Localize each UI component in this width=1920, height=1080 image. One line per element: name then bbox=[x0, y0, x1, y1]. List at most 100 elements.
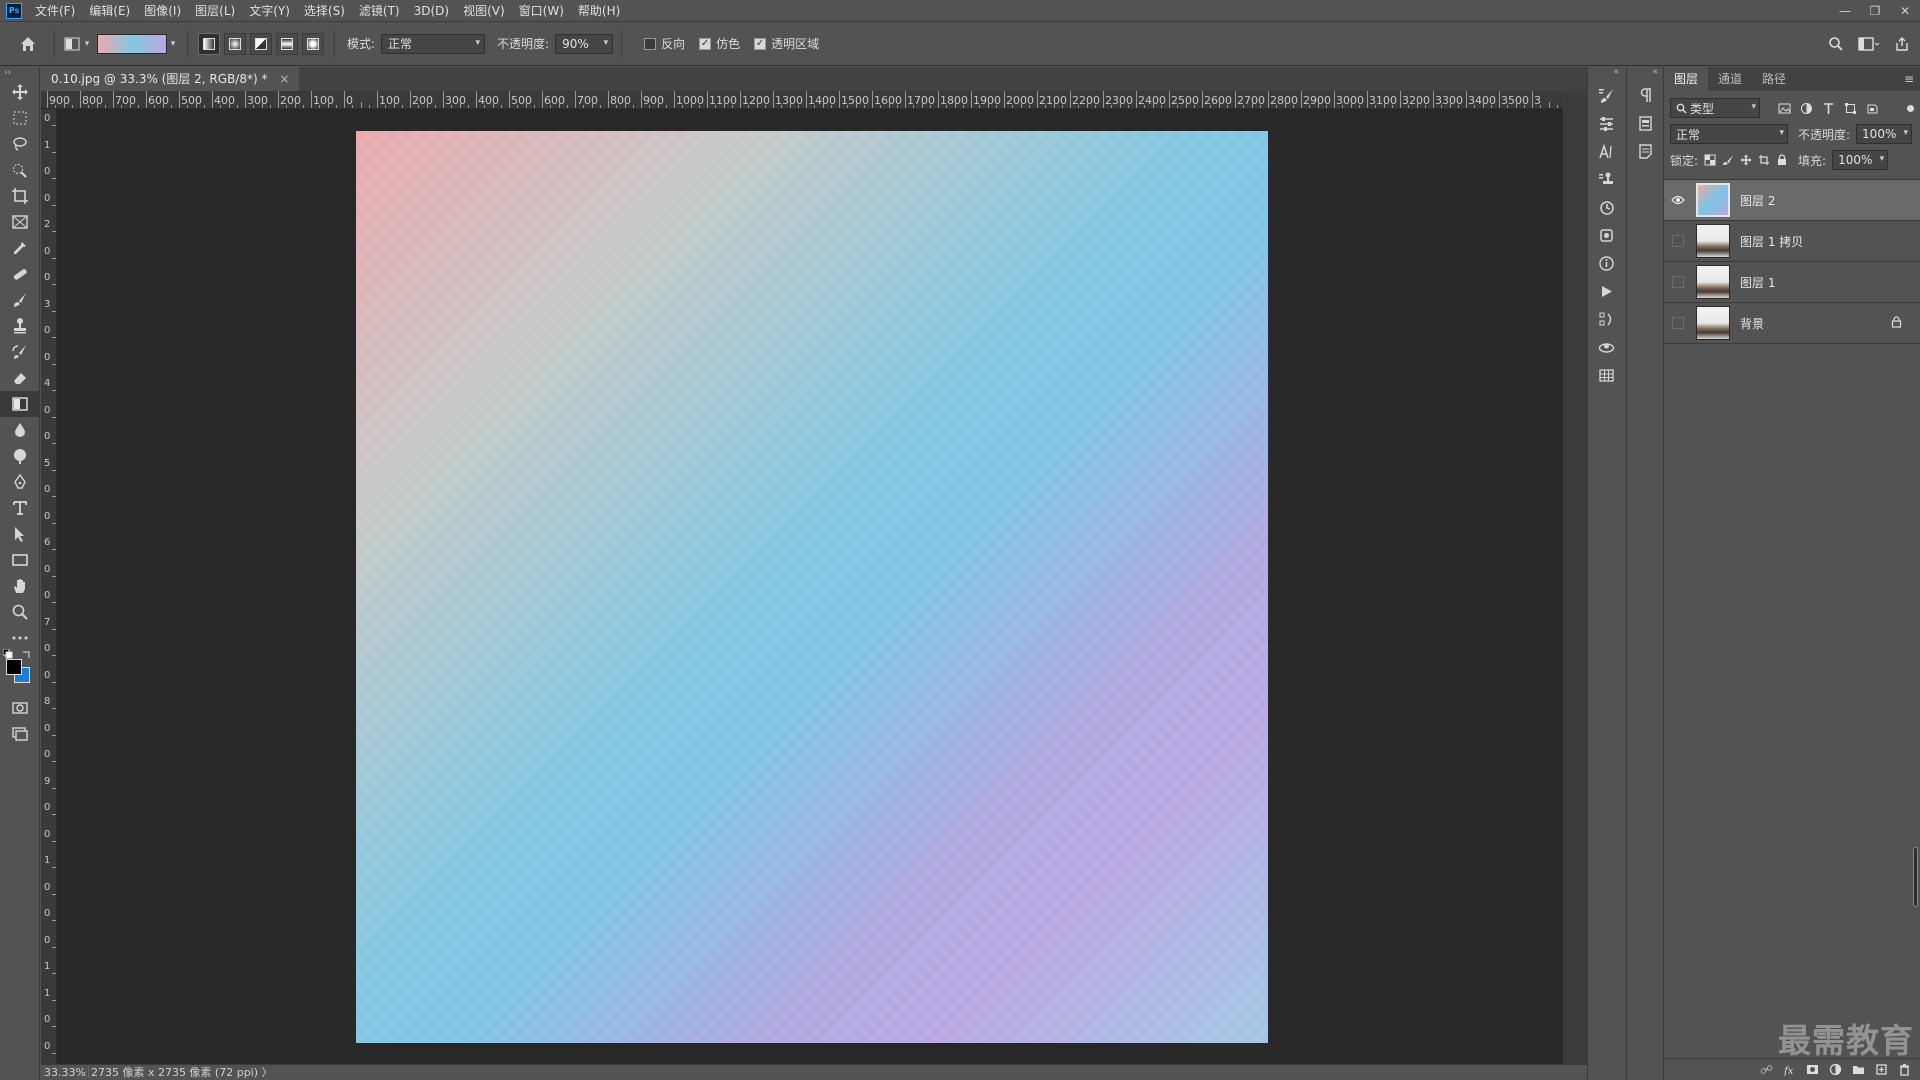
brush-tool[interactable] bbox=[0, 287, 40, 313]
menu-type[interactable]: 文字(Y) bbox=[242, 0, 297, 22]
3d-panel-button[interactable] bbox=[1588, 333, 1624, 361]
stamp-tool[interactable] bbox=[0, 313, 40, 339]
collapse-strip-icon[interactable]: « bbox=[1627, 67, 1662, 81]
home-button[interactable] bbox=[10, 29, 46, 59]
share-icon[interactable] bbox=[1894, 36, 1910, 52]
trash-icon[interactable] bbox=[1898, 1063, 1911, 1076]
lock-artboard-icon[interactable] bbox=[1758, 154, 1770, 166]
dodge-tool[interactable] bbox=[0, 443, 40, 469]
workspace-icon[interactable] bbox=[1858, 36, 1880, 52]
healing-brush-tool[interactable] bbox=[0, 261, 40, 287]
fx-icon[interactable]: fx bbox=[1783, 1063, 1796, 1076]
type-tool[interactable] bbox=[0, 495, 40, 521]
expand-panel-icon[interactable]: ›› bbox=[0, 67, 39, 79]
clone-source-panel-button[interactable] bbox=[1588, 165, 1624, 193]
marquee-tool[interactable] bbox=[0, 105, 40, 131]
menu-image[interactable]: 图像(I) bbox=[137, 0, 188, 22]
opacity-input[interactable]: 90% ▾ bbox=[555, 33, 614, 54]
layer-name[interactable]: 图层 1 bbox=[1740, 274, 1775, 291]
layer-name[interactable]: 图层 1 拷贝 bbox=[1740, 233, 1803, 250]
tab-paths[interactable]: 路径 bbox=[1752, 67, 1796, 91]
menu-3d[interactable]: 3D(D) bbox=[407, 0, 456, 22]
paths-panel-button[interactable] bbox=[1588, 305, 1624, 333]
pen-tool[interactable] bbox=[0, 469, 40, 495]
brush-settings-panel-button[interactable] bbox=[1588, 81, 1624, 109]
menu-view[interactable]: 视图(V) bbox=[456, 0, 512, 22]
minimize-button[interactable]: — bbox=[1830, 0, 1860, 22]
gradient-tool[interactable] bbox=[0, 391, 40, 417]
canvas-area[interactable] bbox=[57, 109, 1563, 1064]
visibility-toggle[interactable] bbox=[1664, 276, 1692, 288]
rectangle-tool[interactable] bbox=[0, 547, 40, 573]
vertical-ruler[interactable]: 0 1 0 0 2 0 0 3 0 0 4 0 0 5 0 0 6 0 0 7 0 0 8 0 0 9 0 0 1 0 0 0 1 1 0 0 bbox=[41, 109, 57, 1064]
scroll-indicator[interactable] bbox=[1913, 847, 1918, 907]
angle-gradient-button[interactable] bbox=[250, 32, 272, 55]
type-layer-filter-icon[interactable] bbox=[1822, 102, 1835, 115]
reverse-checkbox[interactable] bbox=[644, 37, 657, 50]
history-panel-button[interactable] bbox=[1588, 193, 1624, 221]
tab-layers[interactable]: 图层 bbox=[1664, 67, 1709, 91]
visibility-toggle[interactable] bbox=[1664, 195, 1692, 205]
eraser-tool[interactable] bbox=[0, 365, 40, 391]
layer-row[interactable]: 图层 2 bbox=[1664, 180, 1920, 221]
linear-gradient-button[interactable] bbox=[198, 32, 220, 55]
layer-row[interactable]: 图层 1 拷贝 bbox=[1664, 221, 1920, 262]
layer-opacity-input[interactable]: 100% ▾ bbox=[1856, 124, 1913, 144]
history-brush-tool[interactable] bbox=[0, 339, 40, 365]
notes-panel-button[interactable] bbox=[1627, 137, 1663, 165]
link-layers-icon[interactable] bbox=[1760, 1063, 1773, 1076]
visibility-toggle[interactable] bbox=[1664, 235, 1692, 247]
character-panel-button[interactable] bbox=[1588, 137, 1624, 165]
close-window-button[interactable]: ✕ bbox=[1890, 0, 1920, 22]
foreground-color-swatch[interactable] bbox=[6, 659, 22, 675]
gradient-dropdown-chevron-icon[interactable]: ▾ bbox=[167, 34, 179, 54]
gradient-picker-swatch[interactable] bbox=[97, 33, 167, 54]
zoom-level[interactable]: 33.33% bbox=[44, 1066, 86, 1079]
swap-colors-icon[interactable] bbox=[22, 649, 32, 659]
menu-select[interactable]: 选择(S) bbox=[297, 0, 352, 22]
add-mask-icon[interactable] bbox=[1806, 1063, 1819, 1076]
new-layer-icon[interactable] bbox=[1875, 1063, 1888, 1076]
radial-gradient-button[interactable] bbox=[224, 32, 246, 55]
menu-edit[interactable]: 编辑(E) bbox=[82, 0, 137, 22]
restore-button[interactable]: ❐ bbox=[1860, 0, 1890, 22]
lock-image-pixels-icon[interactable] bbox=[1722, 154, 1734, 166]
properties-panel-button[interactable] bbox=[1627, 109, 1663, 137]
lock-all-icon[interactable] bbox=[1776, 154, 1788, 166]
panel-menu-icon[interactable]: ≡ bbox=[1904, 67, 1914, 91]
pixel-layer-filter-icon[interactable] bbox=[1778, 102, 1791, 115]
blur-tool[interactable] bbox=[0, 417, 40, 443]
screen-mode-button[interactable] bbox=[0, 721, 40, 747]
document-tab[interactable]: 0.10.jpg @ 33.3% (图层 2, RGB/8*) * × bbox=[41, 67, 300, 91]
tab-channels[interactable]: 通道 bbox=[1708, 67, 1752, 91]
lasso-tool[interactable] bbox=[0, 131, 40, 157]
hand-tool[interactable] bbox=[0, 573, 40, 599]
quick-mask-button[interactable] bbox=[0, 695, 40, 721]
timeline-panel-button[interactable] bbox=[1588, 361, 1624, 389]
collapse-strip-icon[interactable]: « bbox=[1588, 67, 1623, 81]
transparency-checkbox[interactable]: ✓ bbox=[754, 37, 767, 50]
document-canvas[interactable] bbox=[356, 131, 1268, 1043]
smart-object-filter-icon[interactable] bbox=[1866, 102, 1879, 115]
mode-select[interactable]: 正常 ▾ bbox=[381, 33, 486, 54]
info-panel-button[interactable] bbox=[1588, 249, 1624, 277]
quick-selection-tool[interactable] bbox=[0, 157, 40, 183]
lock-transparent-pixels-icon[interactable] bbox=[1704, 154, 1716, 166]
fill-input[interactable]: 100% ▾ bbox=[1832, 150, 1889, 170]
reflected-gradient-button[interactable] bbox=[276, 32, 298, 55]
search-icon[interactable] bbox=[1828, 36, 1844, 52]
move-tool[interactable] bbox=[0, 79, 40, 105]
layer-row[interactable]: 背景 bbox=[1664, 303, 1920, 344]
layer-row[interactable]: 图层 1 bbox=[1664, 262, 1920, 303]
frame-tool[interactable] bbox=[0, 209, 40, 235]
zoom-tool[interactable] bbox=[0, 599, 40, 625]
visibility-toggle[interactable] bbox=[1664, 317, 1692, 329]
adjustment-layer-filter-icon[interactable] bbox=[1800, 102, 1813, 115]
actions-panel-button[interactable] bbox=[1588, 277, 1624, 305]
menu-help[interactable]: 帮助(H) bbox=[571, 0, 627, 22]
paragraph-panel-button[interactable] bbox=[1627, 81, 1663, 109]
crop-tool[interactable] bbox=[0, 183, 40, 209]
layer-name[interactable]: 背景 bbox=[1740, 315, 1764, 332]
libraries-panel-button[interactable] bbox=[1588, 221, 1624, 249]
gradient-tool-preset-button[interactable]: ▾ bbox=[63, 34, 93, 54]
